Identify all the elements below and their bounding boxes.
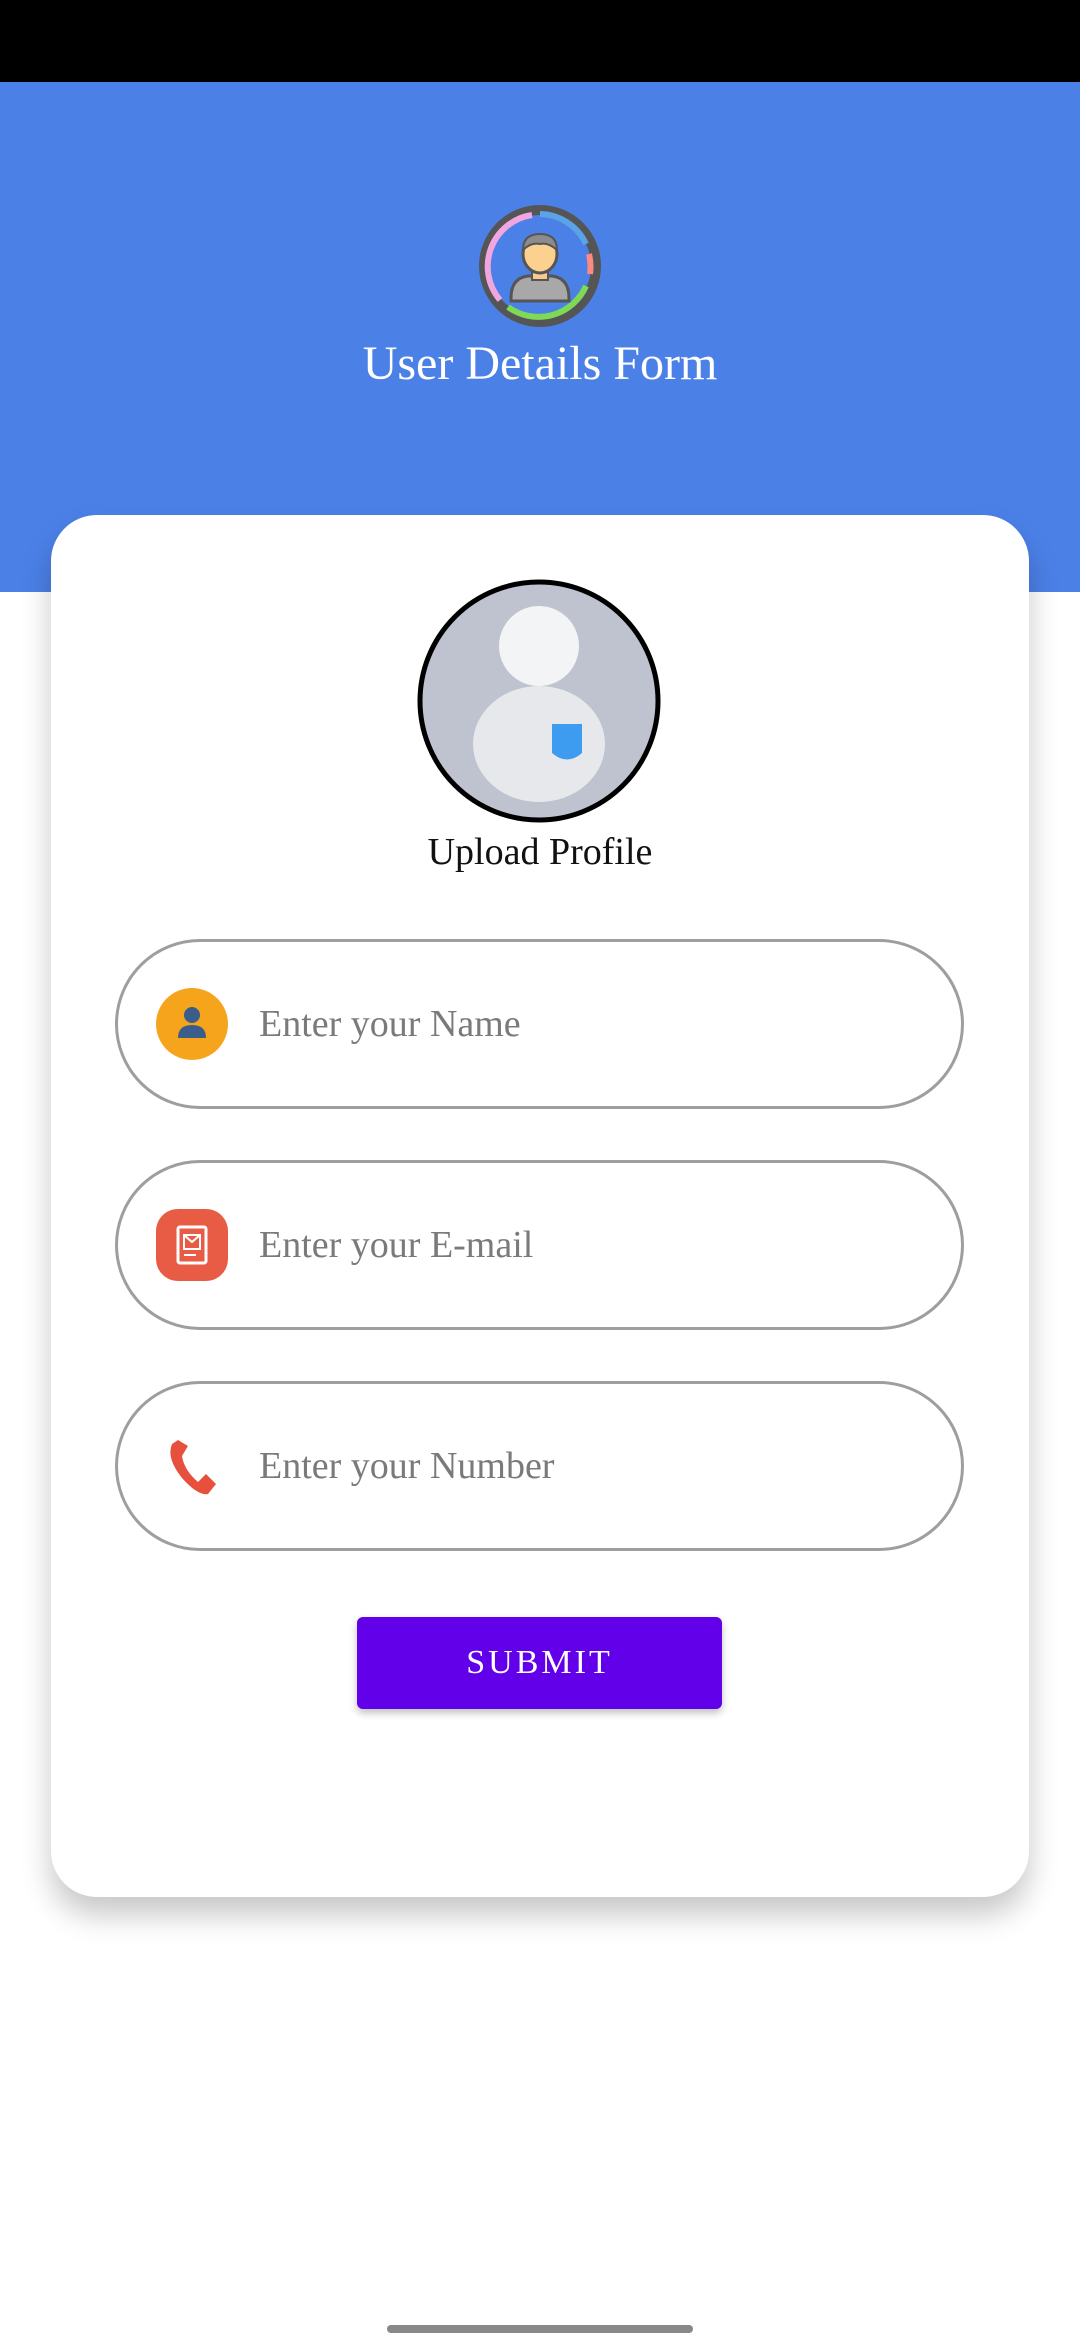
submit-button[interactable]: SUBMIT [357,1617,722,1709]
name-field[interactable] [115,939,964,1109]
upload-profile-label[interactable]: Upload Profile [0,826,1080,878]
person-icon [156,988,228,1060]
home-indicator[interactable] [387,2325,693,2333]
name-input[interactable] [259,982,919,1066]
avatar-placeholder-icon[interactable] [416,578,662,824]
number-input[interactable] [259,1424,919,1508]
email-icon [156,1209,228,1281]
email-field[interactable] [115,1160,964,1330]
phone-icon [170,1440,216,1495]
page-title: User Details Form [362,337,718,390]
number-field[interactable] [115,1381,964,1551]
email-input[interactable] [259,1203,919,1287]
user-circle-logo-icon [479,205,601,327]
status-bar [0,0,1080,82]
